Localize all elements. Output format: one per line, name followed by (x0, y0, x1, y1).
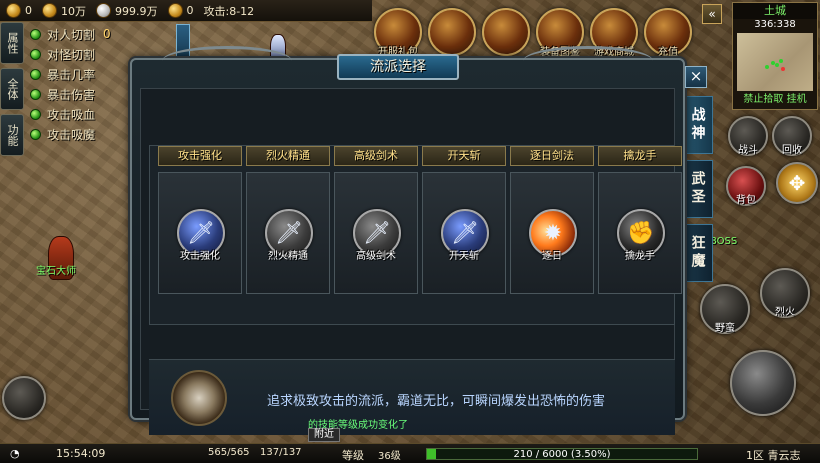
skill-card[interactable]: ✊ 擒龙手 (598, 172, 682, 294)
tab-all[interactable]: 全体 (0, 68, 24, 110)
exp-text: 210 / 6000 (3.50%) (513, 449, 611, 460)
move-dpad-button[interactable]: ✥ (776, 162, 818, 204)
skill-label: 攻击强化 (180, 251, 220, 262)
green-dot-icon (30, 128, 41, 140)
skill-card[interactable]: 🗡 烈火精通 (246, 172, 330, 294)
skill-fire-button[interactable]: 烈火 (760, 268, 810, 318)
bag-button[interactable]: 背包 (726, 166, 766, 206)
dragon-ornament-right (523, 46, 653, 76)
stat-row: 对人切割 0 (30, 24, 180, 44)
map-status: 禁止拾取 挂机 (743, 94, 807, 105)
coin-icon (167, 3, 183, 18)
skill-savage-button[interactable]: 野蛮 (700, 284, 750, 334)
skill-column[interactable]: 开天斩 🗡 开天斩 (422, 146, 506, 294)
silver-currency: 999.9万 (96, 3, 158, 19)
close-button[interactable]: × (685, 66, 707, 88)
description-text: 追求极致攻击的流派，霸道无比，可瞬间爆发出恐怖的伤害 (267, 394, 606, 409)
skill-label: 逐日 (542, 251, 562, 262)
skill-list: 攻击强化 🗡 攻击强化 烈火精通 🗡 烈火精通 高级剑术 🗡 高级剑术 开天斩 🗡 开天斩 逐日剑法 ✹ 逐… (149, 145, 682, 325)
skill-column[interactable]: 擒龙手 ✊ 擒龙手 (598, 146, 682, 294)
school-description: 追求极致攻击的流派，霸道无比，可瞬间爆发出恐怖的伤害 (149, 359, 675, 435)
gold-currency: 0 (6, 3, 32, 18)
skill-name: 高级剑术 (334, 146, 418, 166)
green-dot-icon (30, 68, 41, 80)
minimap-markers (765, 59, 785, 71)
skill-column[interactable]: 高级剑术 🗡 高级剑术 (334, 146, 418, 294)
side-tabs: 属性 全体 功能 (0, 22, 26, 156)
tab-warrior-god[interactable]: 战神 (683, 96, 713, 154)
exp-bar: 210 / 6000 (3.50%) (426, 448, 698, 460)
chat-nearby-button[interactable]: 附近 (308, 428, 340, 442)
mp-value: 137/137 (260, 447, 302, 458)
skill-label: 擒龙手 (625, 251, 655, 262)
skill-column[interactable]: 烈火精通 🗡 烈火精通 (246, 146, 330, 294)
battle-button[interactable]: 战斗 (728, 116, 768, 156)
skill-name: 逐日剑法 (510, 146, 594, 166)
skill-name: 开天斩 (422, 146, 506, 166)
clock: 15:54:09 (56, 447, 106, 460)
skill-column[interactable]: 攻击强化 🗡 攻击强化 (158, 146, 242, 294)
attack-stat: 攻击:8-12 (203, 4, 255, 18)
tab-attributes[interactable]: 属性 (0, 22, 24, 64)
currency-bar: 0 10万 999.9万 0 攻击:8-12 (0, 0, 372, 22)
coin-icon (42, 3, 57, 18)
ingot-currency: 10万 (42, 3, 86, 19)
top-activity-icons: 开服礼包 装备图鉴 游戏商城 充值 (374, 8, 692, 58)
collapse-icons-button[interactable]: « (702, 4, 722, 24)
recharge-icon[interactable]: 充值 (644, 8, 692, 58)
tab-berserker[interactable]: 狂魔 (683, 224, 713, 282)
wifi-icon: ◔ (10, 447, 20, 460)
skill-label: 烈火精通 (268, 251, 308, 262)
attack-button[interactable] (730, 350, 796, 416)
class-tabs: 战神 武圣 狂魔 (683, 96, 713, 288)
school-emblem-icon (171, 370, 227, 426)
skill-card[interactable]: ✹ 逐日 (510, 172, 594, 294)
green-dot-icon (30, 108, 41, 120)
coin-icon (6, 3, 21, 18)
level-value: 36级 (378, 451, 401, 462)
chat-toggle-button[interactable] (2, 376, 46, 420)
skill-card[interactable]: 🗡 攻击强化 (158, 172, 242, 294)
npc-name-label: 宝石大师 (36, 266, 76, 277)
skill-name: 烈火精通 (246, 146, 330, 166)
skill-label: 高级剑术 (356, 251, 396, 262)
map-name: 土城 (733, 3, 817, 19)
gift-pack-icon[interactable]: 开服礼包 (374, 8, 422, 58)
dialog-body: 攻击强化 🗡 攻击强化 烈火精通 🗡 烈火精通 高级剑术 🗡 高级剑术 开天斩 🗡 开天斩 逐日剑法 ✹ 逐… (140, 88, 682, 435)
level-label: 等级 (342, 449, 364, 462)
minimap-view[interactable] (737, 33, 813, 91)
event-icon[interactable] (482, 8, 530, 56)
tab-functions[interactable]: 功能 (0, 114, 24, 156)
green-dot-icon (30, 48, 41, 60)
minimap[interactable]: 土城 336:338 禁止拾取 挂机 (732, 2, 818, 110)
map-coordinates: 336:338 (754, 19, 796, 30)
silver-coin-icon (96, 3, 111, 18)
green-dot-icon (30, 28, 41, 40)
book-icon[interactable] (428, 8, 476, 56)
tab-martial-saint[interactable]: 武圣 (683, 160, 713, 218)
server-name: 1区 青云志 (746, 449, 801, 462)
skill-column[interactable]: 逐日剑法 ✹ 逐日 (510, 146, 594, 294)
skill-name: 擒龙手 (598, 146, 682, 166)
skill-name: 攻击强化 (158, 146, 242, 166)
recycle-button[interactable]: 回收 (772, 116, 812, 156)
skill-label: 开天斩 (449, 251, 479, 262)
hp-value: 565/565 (208, 447, 250, 458)
bound-gold-currency: 0 (167, 3, 194, 18)
skill-card[interactable]: 🗡 开天斩 (422, 172, 506, 294)
status-bar: ◔ 15:54:09 565/565 137/137 等级 36级 210 / … (0, 443, 820, 463)
school-selection-dialog: 流派选择 攻击强化 🗡 攻击强化 烈火精通 🗡 烈火精通 高级剑术 🗡 高级剑术 开天斩 🗡 开天斩逐… (130, 46, 685, 435)
skill-card[interactable]: 🗡 高级剑术 (334, 172, 418, 294)
green-dot-icon (30, 88, 41, 100)
dragon-ornament-left (162, 46, 292, 76)
dialog-title: 流派选择 (337, 54, 459, 80)
